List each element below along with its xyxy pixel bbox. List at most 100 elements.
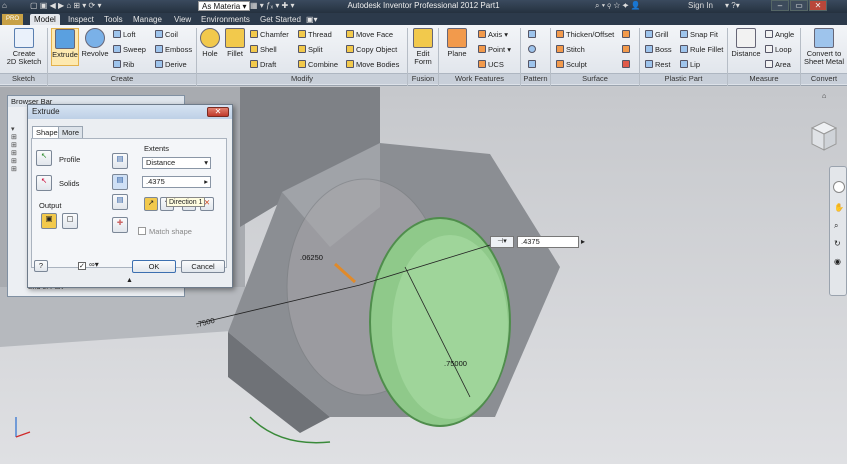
group-measure[interactable]: Measure [728,73,800,84]
profile-selector-button[interactable]: ↖ [36,150,52,166]
expand-arrow-icon[interactable]: ▲ [126,277,133,284]
tab-view[interactable]: View [170,14,195,25]
area-button[interactable]: Area [765,59,791,70]
mirror-button[interactable] [528,59,538,70]
loop-button[interactable]: Loop [765,44,792,55]
convert-to-sheet-metal-button[interactable]: Convert to Sheet Metal [803,28,845,66]
distance-input[interactable]: .4375 ▸ [142,176,211,188]
extents-dropdown[interactable]: Distance ▾ [142,157,211,169]
help-button[interactable]: ? [34,260,48,272]
look-at-icon[interactable]: ◉ [834,257,841,266]
in-canvas-distance-value[interactable]: .4375 [517,236,579,248]
delete-face-button[interactable] [622,59,632,70]
tab-manage[interactable]: Manage [129,14,166,25]
search-icons[interactable]: ⌕ ▾ ⚲ ☆ ✦ 👤 [595,1,641,11]
group-modify[interactable]: Modify [197,73,407,84]
steering-wheel-icon[interactable] [833,181,845,193]
lip-button[interactable]: Lip [680,59,700,70]
ucs-button[interactable]: UCS [478,59,504,70]
group-create[interactable]: Create [48,73,196,84]
direction-toggle-icon[interactable]: ⊣▾ [490,236,514,248]
extrude-button[interactable]: Extrude [51,28,79,66]
rib-button[interactable]: Rib [113,59,134,70]
distance-button[interactable]: Distance [730,28,762,58]
match-shape-label: Match shape [149,227,192,236]
home-icon[interactable]: ⌂ [822,93,832,101]
tab-inspect[interactable]: Inspect [64,14,98,25]
intersect-button[interactable]: ▤ [112,194,128,210]
combine-button[interactable]: Combine [298,59,338,70]
pro-badge[interactable]: PRO [2,14,24,25]
join-button[interactable]: ▤ [112,153,128,169]
draft-button[interactable]: Draft [250,59,276,70]
arrow-right-icon[interactable]: ▸ [581,237,585,246]
new-solid-button[interactable]: ✚ [112,217,128,233]
close-button[interactable]: ✕ [809,0,827,11]
axis-button[interactable]: Axis ▾ [478,29,508,40]
cancel-button[interactable]: Cancel [181,260,225,273]
ok-button[interactable]: OK [132,260,176,273]
maximize-button[interactable]: ▭ [790,0,808,11]
hole-button[interactable]: Hole [199,28,221,58]
match-shape-checkbox[interactable] [138,227,146,235]
dialog-close-button[interactable]: ✕ [207,107,229,117]
tab-tools[interactable]: Tools [100,14,127,25]
rectangular-pattern-button[interactable] [528,29,538,40]
tab-model[interactable]: Model [30,14,60,25]
thicken-offset-button[interactable]: Thicken/Offset [556,29,614,40]
rule-fillet-button[interactable]: Rule Fillet [680,44,723,55]
loft-button[interactable]: Loft [113,29,136,40]
boss-button[interactable]: Boss [645,44,672,55]
angle-button[interactable]: Angle [765,29,794,40]
emboss-button[interactable]: Emboss [155,44,192,55]
distance-icon [736,28,756,48]
group-surface[interactable]: Surface [551,73,639,84]
pan-icon[interactable]: ✋ [834,203,844,212]
minimize-button[interactable]: – [771,0,789,11]
solids-selector-button[interactable]: ↖ [36,175,52,191]
view-cube[interactable] [808,118,838,156]
tab-more[interactable]: More [58,126,84,138]
preview-checkbox[interactable]: ✓ [78,262,86,270]
copy-object-button[interactable]: Copy Object [346,44,397,55]
rest-button[interactable]: Rest [645,59,670,70]
navigation-bar[interactable]: ✋ ⌕ ↻ ◉ [829,166,847,296]
point-button[interactable]: Point ▾ [478,44,511,55]
chamfer-button[interactable]: Chamfer [250,29,289,40]
tab-environments[interactable]: Environments [197,14,254,25]
shell-button[interactable]: Shell [250,44,277,55]
fillet-button[interactable]: Fillet [224,28,246,58]
plane-button[interactable]: Plane [443,28,471,58]
grill-button[interactable]: Grill [645,29,668,40]
move-bodies-button[interactable]: Move Bodies [346,59,399,70]
move-face-button[interactable]: Move Face [346,29,393,40]
trim-button[interactable] [622,44,632,55]
split-button[interactable]: Split [298,44,323,55]
edit-form-button[interactable]: Edit Form [411,28,435,66]
snap-fit-button[interactable]: Snap Fit [680,29,718,40]
sweep-button[interactable]: Sweep [113,44,146,55]
coil-button[interactable]: Coil [155,29,178,40]
create-2d-sketch-button[interactable]: Create 2D Sketch [6,28,42,66]
tab-get-started[interactable]: Get Started [256,14,305,25]
sign-in-link[interactable]: Sign In [688,1,713,10]
thread-button[interactable]: Thread [298,29,332,40]
patch-button[interactable] [622,29,632,40]
output-surface-button[interactable]: ▢ [62,213,78,229]
output-solid-button[interactable]: ▣ [41,213,57,229]
extrude-dialog[interactable]: Extrude ✕ Shape More ↖ Profile ↖ Solids … [27,104,233,288]
zoom-icon[interactable]: ⌕ [834,221,838,231]
derive-button[interactable]: Derive [155,59,187,70]
in-canvas-dimension-box[interactable]: ⊣▾ .4375 ▸ [490,236,590,248]
fillet-icon [225,28,245,48]
help-icon[interactable]: ▾ ?▾ [725,1,740,10]
circular-pattern-button[interactable] [528,44,538,55]
stitch-button[interactable]: Stitch [556,44,585,55]
angle-icon [765,30,773,38]
sculpt-button[interactable]: Sculpt [556,59,587,70]
cut-button[interactable]: ▤ [112,174,128,190]
direction-1-button[interactable]: ↗ [144,197,158,211]
tab-extra-icon[interactable]: ▣▾ [302,14,322,25]
orbit-icon[interactable]: ↻ [834,239,841,248]
revolve-button[interactable]: Revolve [81,28,109,58]
